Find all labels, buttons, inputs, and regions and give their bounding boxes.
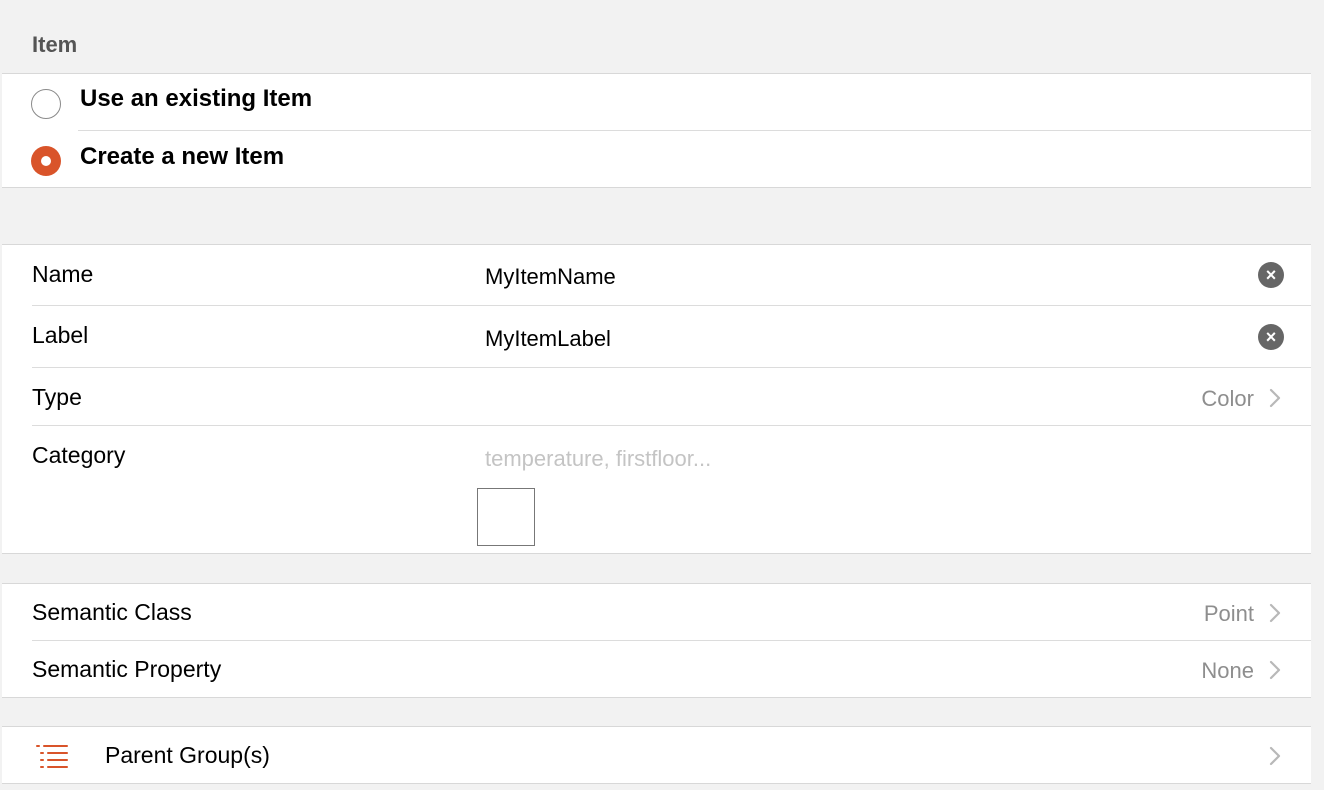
clear-name-icon[interactable]: × (1258, 262, 1284, 288)
chevron-right-icon (1269, 388, 1281, 408)
list-icon (36, 745, 68, 768)
semantics-group: Semantic Class Point Semantic Property N… (2, 583, 1311, 698)
type-row[interactable]: Type Color (2, 368, 1311, 426)
item-settings-page: Item Use an existing Item Create a new I… (0, 0, 1324, 790)
clear-label-icon[interactable]: × (1258, 324, 1284, 350)
name-input[interactable]: MyItemName (485, 264, 616, 290)
color-swatch[interactable] (477, 488, 535, 546)
type-label: Type (32, 384, 82, 410)
label-row: Label MyItemLabel × (2, 306, 1311, 368)
semantic-property-row[interactable]: Semantic Property None (2, 641, 1311, 698)
chevron-right-icon (1269, 603, 1281, 623)
item-details-group: Name MyItemName × Label MyItemLabel × Ty… (2, 244, 1311, 554)
radio-unchecked-icon[interactable] (31, 89, 61, 119)
chevron-right-icon (1269, 746, 1281, 766)
radio-label-create-new: Create a new Item (80, 143, 285, 170)
semantic-class-label: Semantic Class (32, 599, 192, 625)
item-mode-group: Use an existing Item Create a new Item (2, 73, 1311, 188)
semantic-class-row[interactable]: Semantic Class Point (2, 584, 1311, 641)
radio-checked-icon[interactable] (31, 146, 61, 176)
label-input[interactable]: MyItemLabel (485, 326, 611, 352)
semantic-property-value: None (1201, 658, 1254, 683)
section-title: Item (32, 32, 78, 57)
radio-use-existing[interactable]: Use an existing Item (2, 74, 1311, 131)
parent-groups-label: Parent Group(s) (105, 742, 270, 768)
radio-create-new[interactable]: Create a new Item (2, 131, 1311, 188)
semantic-property-label: Semantic Property (32, 656, 222, 682)
type-value: Color (1201, 386, 1254, 411)
category-input[interactable]: temperature, firstfloor... (485, 446, 711, 472)
name-label: Name (32, 261, 94, 287)
chevron-right-icon (1269, 660, 1281, 680)
label-label: Label (32, 322, 89, 348)
category-label: Category (32, 442, 126, 468)
semantic-class-value: Point (1203, 601, 1254, 626)
name-row: Name MyItemName × (2, 245, 1311, 306)
parent-groups-group: Parent Group(s) (2, 726, 1311, 784)
parent-groups-row[interactable]: Parent Group(s) (2, 727, 1311, 784)
radio-label-use-existing: Use an existing Item (80, 85, 313, 112)
category-row: Category temperature, firstfloor... (2, 426, 1311, 553)
